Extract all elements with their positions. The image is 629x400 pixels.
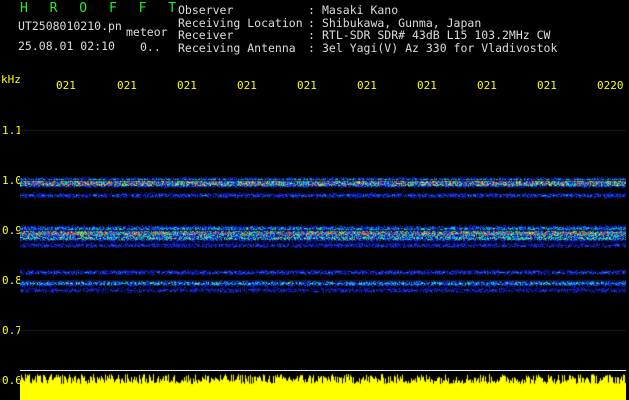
time-tick-label: 021 [357,79,377,92]
frequency-tick-label: 0.7 [2,324,22,337]
frequency-tick-label: 0.8 [2,274,22,287]
meta-row-receiver: Receiver : RTL-SDR SDR# 43dB L15 103.2MH… [178,29,557,42]
file-name: UT2508010210.pn [18,19,122,33]
spectrogram-baseline [20,370,626,371]
signal-level-trace [20,372,626,400]
time-tick-label: 021 [237,79,257,92]
spectrogram [20,100,626,370]
meta-separator: : [308,28,315,42]
meta-value: RTL-SDR SDR# 43dB L15 103.2MHz CW [322,28,551,42]
frequency-tick-label: 1.0 [2,174,22,187]
time-tick-label: 021 [477,79,497,92]
time-tick-label: 021 [537,79,557,92]
frequency-tick-label: 0.9 [2,224,22,237]
brand-title: H R O F F T [20,1,184,16]
observation-metadata: Observer : Masaki Kano Receiving Locatio… [178,4,557,54]
time-tick-label: 0220 [597,79,624,92]
meta-value: 3el Yagi(V) Az 330 for Vladivostok [322,40,558,55]
time-tick-label: 021 [117,79,137,92]
frequency-unit-label: kHz [1,73,21,86]
file-counter: 0.. [140,40,161,54]
meta-label: Receiving Antenna [178,40,296,55]
meta-separator: : [308,3,315,17]
time-tick-label: 021 [417,79,437,92]
hrofft-window: H R O F F T UT2508010210.pn meteor 25.08… [0,0,629,400]
meta-label: Receiver [178,28,234,42]
file-datetime: 25.08.01 02:10 [18,39,115,53]
time-tick-label: 021 [177,79,197,92]
meta-separator: : [308,40,315,55]
meta-label: Observer [178,3,234,17]
frequency-tick-label: 0.6 [2,374,22,387]
frequency-tick-label: 1.1 [2,124,22,137]
time-tick-label: 021 [297,79,317,92]
meta-row-antenna: Receiving Antenna : 3el Yagi(V) Az 330 f… [178,40,558,55]
meta-value: Masaki Kano [322,3,399,17]
file-type: meteor [126,25,168,39]
meta-row-observer: Observer : Masaki Kano [178,4,557,17]
time-tick-label: 021 [56,79,76,92]
